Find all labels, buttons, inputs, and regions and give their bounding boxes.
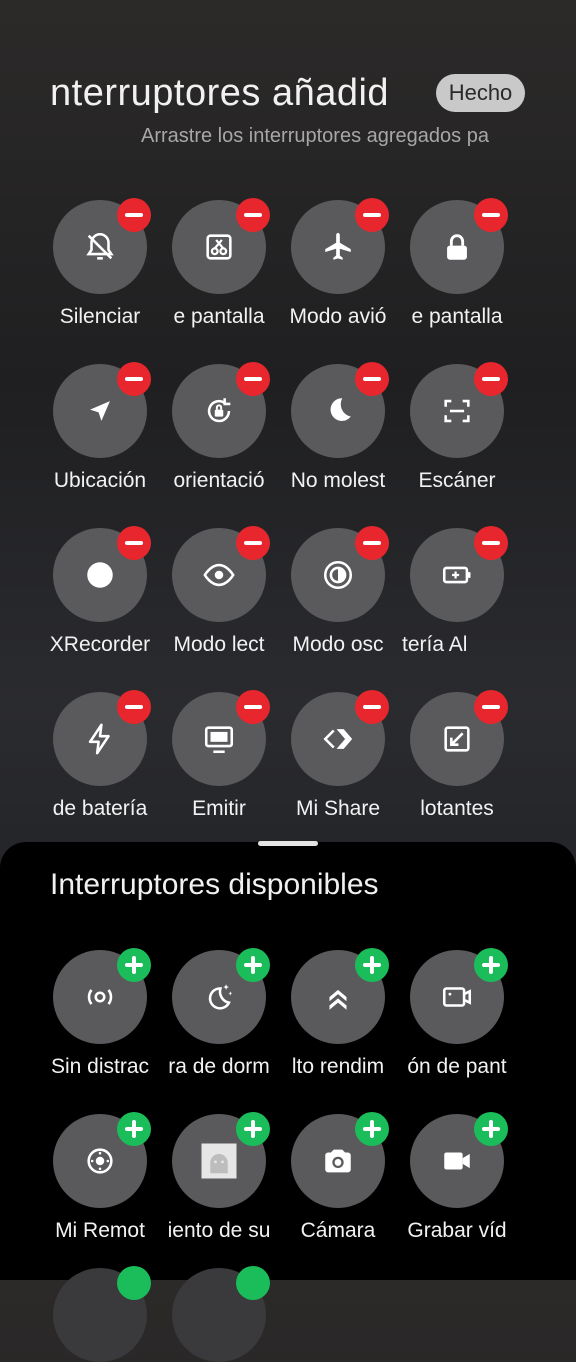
toggle-screen-lock[interactable]: e pantalla	[402, 198, 512, 340]
remove-badge-icon[interactable]	[117, 690, 151, 724]
toggle-label: iento de su	[167, 1219, 271, 1242]
toggle-label: Emitir	[192, 797, 246, 820]
toggle-label: e pantalla	[411, 305, 503, 328]
add-badge-icon[interactable]	[474, 948, 508, 982]
toggle-label: XRecorder	[49, 633, 151, 656]
page-subtitle: Arrastre los interruptores agregados pa	[141, 125, 489, 147]
toggle-label: Grabar víd	[407, 1219, 507, 1242]
add-badge-icon[interactable]	[474, 1112, 508, 1146]
toggle-label: ón de pant	[407, 1055, 507, 1078]
available-toggle-record-video[interactable]: Grabar víd	[402, 1112, 512, 1254]
available-toggle-mi-remote[interactable]: Mi Remot	[45, 1112, 155, 1254]
add-badge-icon[interactable]	[236, 948, 270, 982]
toggle-label: Mi Remot	[55, 1219, 145, 1242]
toggle-label: Ubicación	[53, 469, 147, 492]
toggle-label: Modo osc	[292, 633, 384, 656]
drag-handle[interactable]	[258, 841, 318, 846]
remove-badge-icon[interactable]	[117, 362, 151, 396]
page-title: nterruptores añadid	[50, 72, 390, 114]
add-badge-icon[interactable]	[236, 1112, 270, 1146]
toggle-label: Cámara	[300, 1219, 376, 1242]
available-section-title: Interruptores disponibles	[50, 868, 379, 901]
add-badge-icon[interactable]	[236, 1266, 270, 1300]
add-badge-icon[interactable]	[355, 948, 389, 982]
toggle-mi-share[interactable]: Mi Share	[283, 690, 393, 832]
remove-badge-icon[interactable]	[474, 526, 508, 560]
toggle-label: No molest	[290, 469, 386, 492]
toggle-label: Sin distrac	[50, 1055, 150, 1078]
remove-badge-icon[interactable]	[236, 198, 270, 232]
available-toggle-bedtime[interactable]: ra de dorm	[164, 948, 274, 1090]
toggle-label: Mi Share	[295, 797, 381, 820]
toggle-dark-mode[interactable]: Modo osc	[283, 526, 393, 668]
remove-badge-icon[interactable]	[474, 198, 508, 232]
toggle-screenshot[interactable]: e pantalla	[164, 198, 274, 340]
add-badge-icon[interactable]	[117, 1112, 151, 1146]
toggle-label: Modo lect	[173, 633, 265, 656]
remove-badge-icon[interactable]	[236, 526, 270, 560]
remove-badge-icon[interactable]	[355, 690, 389, 724]
toggle-airplane[interactable]: Modo avió	[283, 198, 393, 340]
remove-badge-icon[interactable]	[236, 362, 270, 396]
toggle-scanner[interactable]: Escáner	[402, 362, 512, 504]
toggle-location[interactable]: Ubicación	[45, 362, 155, 504]
available-toggle-screen-record[interactable]: ón de pant	[402, 948, 512, 1090]
remove-badge-icon[interactable]	[355, 362, 389, 396]
remove-badge-icon[interactable]	[355, 198, 389, 232]
available-toggle-focus[interactable]: Sin distrac	[45, 948, 155, 1090]
toggle-reading-mode[interactable]: Modo lect	[164, 526, 274, 668]
toggle-floating-windows[interactable]: lotantes	[402, 690, 512, 832]
toggle-silenciar[interactable]: Silenciar	[45, 198, 155, 340]
added-toggles-panel: nterruptores añadid Hecho Arrastre los i…	[0, 0, 576, 850]
toggle-label: orientació	[173, 469, 265, 492]
toggle-label: ra de dorm	[168, 1055, 270, 1078]
available-toggle-camera[interactable]: Cámara	[283, 1112, 393, 1254]
add-badge-icon[interactable]	[117, 1266, 151, 1300]
available-toggle-app[interactable]: iento de su	[164, 1112, 274, 1254]
add-badge-icon[interactable]	[355, 1112, 389, 1146]
toggle-label: de batería	[52, 797, 148, 820]
available-toggle-performance[interactable]: lto rendim	[283, 948, 393, 1090]
toggle-label: lotantes	[420, 797, 494, 820]
remove-badge-icon[interactable]	[117, 198, 151, 232]
toggle-rotation[interactable]: orientació	[164, 362, 274, 504]
toggle-battery-saver[interactable]: tería Al	[402, 526, 512, 668]
remove-badge-icon[interactable]	[117, 526, 151, 560]
toggle-xrecorder[interactable]: XRecorder	[45, 526, 155, 668]
toggle-do-not-disturb[interactable]: No molest	[283, 362, 393, 504]
toggle-cast[interactable]: Emitir	[164, 690, 274, 832]
remove-badge-icon[interactable]	[474, 690, 508, 724]
toggle-label: tería Al	[402, 633, 468, 656]
toggle-label: Escáner	[418, 469, 496, 492]
toggle-label: lto rendim	[291, 1055, 385, 1078]
done-button[interactable]: Hecho	[436, 74, 525, 112]
add-badge-icon[interactable]	[117, 948, 151, 982]
remove-badge-icon[interactable]	[236, 690, 270, 724]
remove-badge-icon[interactable]	[355, 526, 389, 560]
toggle-label: e pantalla	[173, 305, 265, 328]
toggle-label: Modo avió	[289, 305, 387, 328]
remove-badge-icon[interactable]	[474, 362, 508, 396]
toggle-battery-boost[interactable]: de batería	[45, 690, 155, 832]
toggle-label: Silenciar	[59, 305, 141, 328]
